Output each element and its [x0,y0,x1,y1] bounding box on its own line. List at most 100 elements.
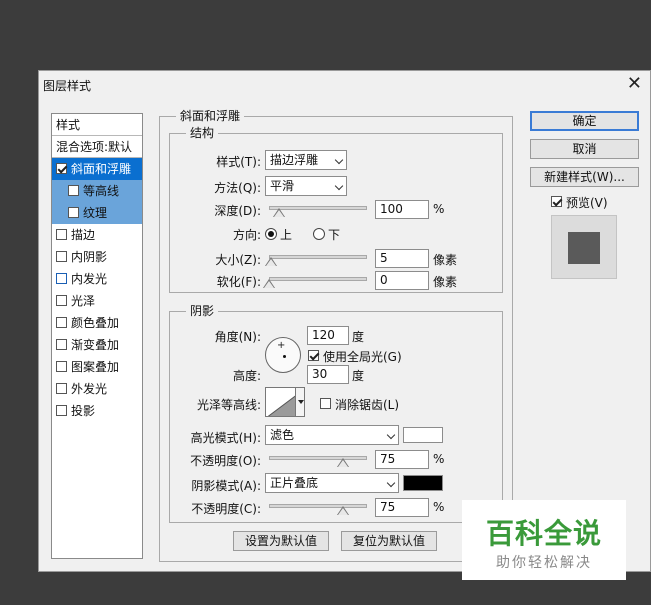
dial-dot [283,355,286,358]
angle-unit: 度 [352,330,365,344]
preview-label: 预览(V) [566,196,608,210]
close-icon[interactable]: ✕ [627,73,642,94]
crosshair-icon: + [277,340,286,351]
shadow-opacity-input[interactable]: 75 [375,498,429,517]
new-style-button[interactable]: 新建样式(W)... [530,167,639,187]
make-default-button[interactable]: 设置为默认值 [233,531,329,551]
shadow-mode-dropdown[interactable]: 正片叠底 [265,473,399,493]
style-item-label: 光泽 [71,294,96,308]
preview-square [568,232,600,264]
inner-shadow-checkbox[interactable] [56,251,67,262]
outer-glow-checkbox[interactable] [56,383,67,394]
depth-input[interactable]: 100 [375,200,429,219]
shadow-opacity-slider-thumb[interactable] [336,506,349,515]
drop-shadow-checkbox[interactable] [56,405,67,416]
style-item-bevel-emboss[interactable]: 斜面和浮雕 [52,158,142,180]
inner-glow-checkbox[interactable] [56,273,67,284]
chevron-down-icon [334,155,344,165]
direction-up-radio[interactable] [265,228,277,240]
style-item-satin[interactable]: 光泽 [52,290,142,312]
depth-label: 深度(D): [214,204,261,218]
highlight-mode-label: 高光模式(H): [190,431,261,445]
bevel-emboss-checkbox[interactable] [56,163,67,174]
angle-label: 角度(N): [214,330,261,344]
shadow-color-swatch[interactable] [403,475,443,491]
highlight-mode-dropdown[interactable]: 滤色 [265,425,399,445]
ok-button[interactable]: 确定 [530,111,639,131]
styles-header: 样式 [52,114,142,136]
highlight-color-swatch[interactable] [403,427,443,443]
style-item-drop-shadow[interactable]: 投影 [52,400,142,422]
soften-input[interactable]: 0 [375,271,429,290]
style-item-gradient-overlay[interactable]: 渐变叠加 [52,334,142,356]
preview-checkbox[interactable] [551,196,562,207]
technique-label: 方法(Q): [214,181,261,195]
shadow-mode-label: 阴影模式(A): [191,479,261,493]
depth-unit: % [433,202,445,216]
style-item-pattern-overlay[interactable]: 图案叠加 [52,356,142,378]
style-item-label: 内发光 [71,272,108,286]
style-item-inner-shadow[interactable]: 内阴影 [52,246,142,268]
layer-style-dialog: 图层样式 ✕ 样式 混合选项:默认 斜面和浮雕 等高线 纹理 描边 内阴影 内发… [38,70,651,572]
size-input[interactable]: 5 [375,249,429,268]
direction-label: 方向: [232,228,261,242]
shadow-opacity-slider[interactable] [269,504,367,508]
angle-input[interactable]: 120 [307,326,349,345]
style-item-stroke[interactable]: 描边 [52,224,142,246]
shadow-mode-value: 正片叠底 [270,476,319,490]
structure-legend: 结构 [186,126,219,140]
style-item-label: 图案叠加 [71,360,120,374]
depth-slider-thumb[interactable] [272,208,285,217]
style-item-label: 内阴影 [71,250,108,264]
style-item-texture[interactable]: 纹理 [52,202,142,224]
style-item-outer-glow[interactable]: 外发光 [52,378,142,400]
shadow-opacity-unit: % [433,500,445,514]
reset-default-button[interactable]: 复位为默认值 [341,531,437,551]
altitude-label: 高度: [232,369,261,383]
style-item-label: 斜面和浮雕 [71,162,132,176]
style-item-color-overlay[interactable]: 颜色叠加 [52,312,142,334]
style-dropdown[interactable]: 描边浮雕 [265,150,347,170]
altitude-input[interactable]: 30 [307,365,349,384]
global-light-label: 使用全局光(G) [323,350,402,364]
size-slider-thumb[interactable] [264,257,277,266]
cancel-button[interactable]: 取消 [530,139,639,159]
style-item-label: 投影 [71,404,96,418]
soften-slider[interactable] [269,277,367,281]
style-item-label: 纹理 [83,206,108,220]
gradient-overlay-checkbox[interactable] [56,339,67,350]
anti-aliased-checkbox[interactable] [320,398,331,409]
gloss-contour-dropdown[interactable] [295,387,305,417]
contour-checkbox[interactable] [68,185,79,196]
style-item-inner-glow[interactable]: 内发光 [52,268,142,290]
angle-dial[interactable]: + [265,337,301,373]
styles-list: 样式 混合选项:默认 斜面和浮雕 等高线 纹理 描边 内阴影 内发光 光泽 颜色… [51,113,143,559]
direction-down-radio[interactable] [313,228,325,240]
bevel-emboss-legend: 斜面和浮雕 [176,109,245,123]
chevron-down-icon [386,478,396,488]
style-item-label: 颜色叠加 [71,316,120,330]
highlight-opacity-slider-thumb[interactable] [336,458,349,467]
technique-dropdown-value: 平滑 [270,179,295,193]
blending-options-item[interactable]: 混合选项:默认 [52,136,142,158]
satin-checkbox[interactable] [56,295,67,306]
technique-dropdown[interactable]: 平滑 [265,176,347,196]
style-label: 样式(T): [216,155,261,169]
pattern-overlay-checkbox[interactable] [56,361,67,372]
direction-down-label: 下 [328,228,341,242]
highlight-opacity-input[interactable]: 75 [375,450,429,469]
title-bar: 图层样式 ✕ [39,71,650,97]
watermark-subtitle: 助你轻松解决 [496,555,592,571]
gloss-contour-label: 光泽等高线: [196,398,261,412]
color-overlay-checkbox[interactable] [56,317,67,328]
highlight-opacity-slider[interactable] [269,456,367,460]
soften-slider-thumb[interactable] [263,279,275,288]
style-preview-thumbnail [551,215,617,279]
texture-checkbox[interactable] [68,207,79,218]
style-item-contour[interactable]: 等高线 [52,180,142,202]
size-slider[interactable] [269,255,367,259]
global-light-checkbox[interactable] [308,350,319,361]
soften-label: 软化(F): [216,275,261,289]
stroke-checkbox[interactable] [56,229,67,240]
size-unit: 像素 [433,253,458,267]
